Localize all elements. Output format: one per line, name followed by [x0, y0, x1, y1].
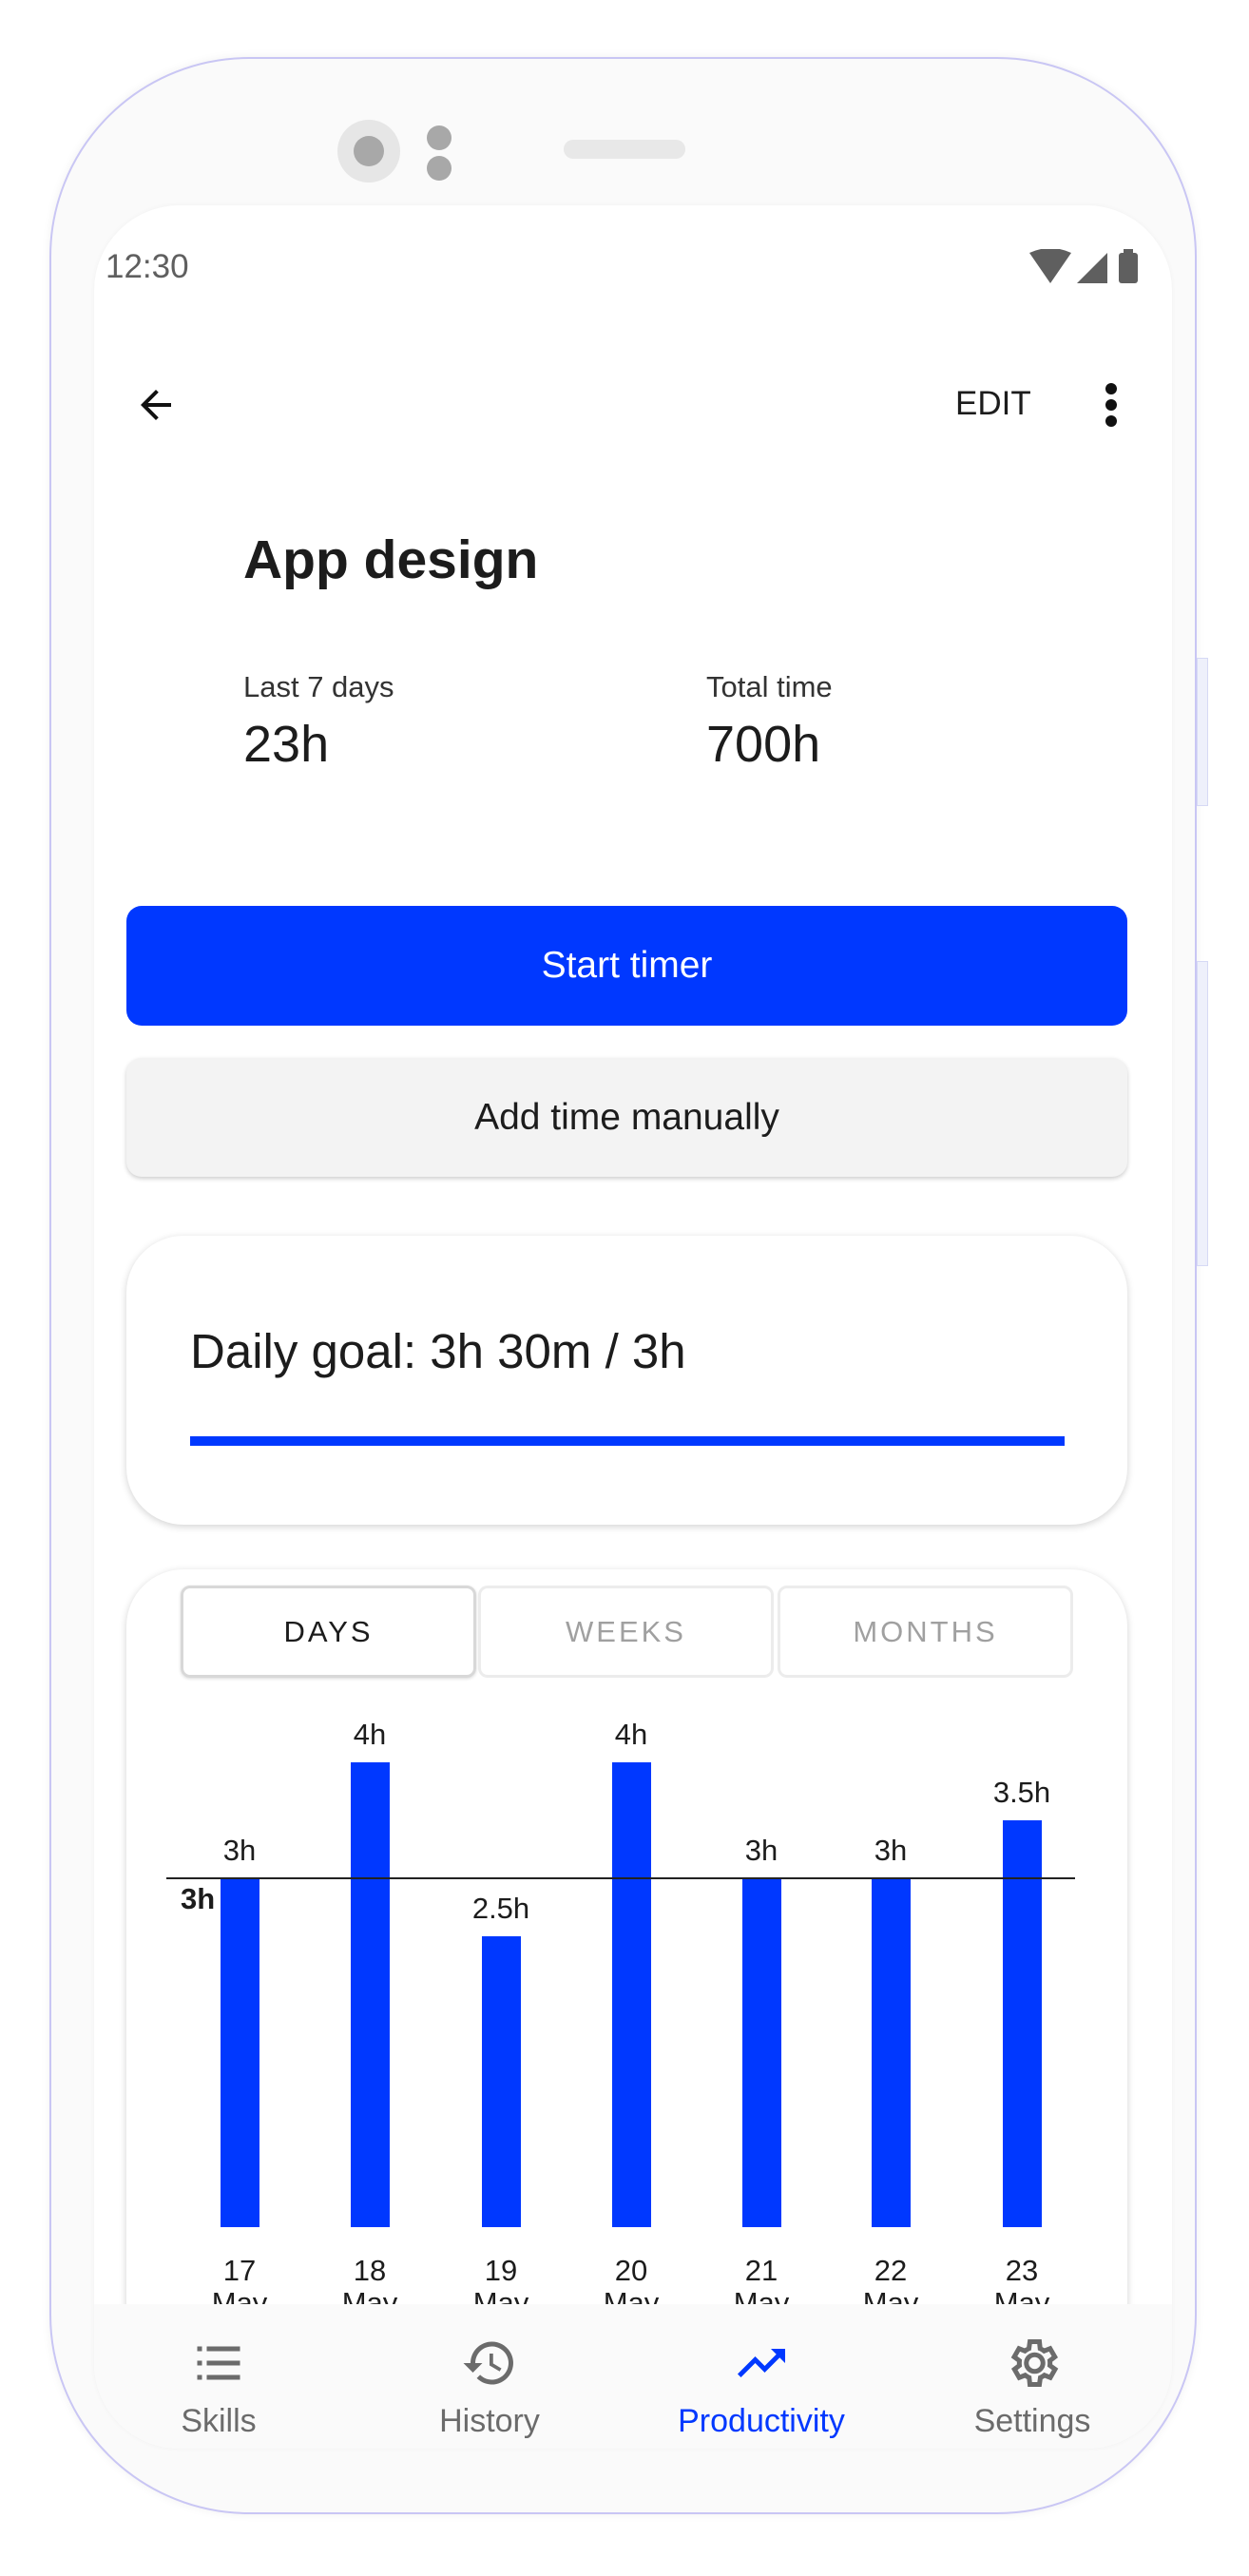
daily-goal-text: Daily goal: 3h 30m / 3h — [190, 1323, 686, 1379]
trending-up-icon — [733, 2335, 790, 2392]
edit-button[interactable]: EDIT — [955, 385, 1031, 423]
history-icon — [461, 2335, 518, 2392]
total-label: Total time — [706, 670, 833, 704]
goal-progress-fill — [190, 1436, 1065, 1446]
more-options-icon[interactable] — [1098, 381, 1124, 429]
speaker — [564, 140, 685, 159]
battery-icon — [1119, 253, 1138, 283]
total-value: 700h — [706, 715, 820, 774]
last7-label: Last 7 days — [243, 670, 394, 704]
nav-item-settings[interactable]: Settings — [913, 2304, 1151, 2449]
goal-progress-track — [190, 1436, 1065, 1446]
last7-value: 23h — [243, 715, 329, 774]
sensor — [427, 125, 452, 150]
camera — [337, 120, 400, 183]
power-button — [1197, 961, 1208, 1266]
nav-label: Settings — [974, 2403, 1091, 2440]
tab-weeks[interactable]: WEEKS — [478, 1586, 774, 1678]
daily-goal-card — [126, 1236, 1127, 1525]
back-arrow-icon[interactable] — [133, 382, 179, 428]
volume-button — [1197, 658, 1208, 806]
start-timer-button[interactable]: Start timer — [126, 906, 1127, 1026]
signal-icon — [1077, 253, 1107, 283]
page-title: App design — [243, 529, 538, 591]
nav-label: Productivity — [678, 2403, 845, 2440]
nav-item-history[interactable]: History — [371, 2304, 608, 2449]
add-time-button[interactable]: Add time manually — [126, 1058, 1127, 1177]
gear-icon — [1004, 2335, 1061, 2392]
wifi-icon — [1029, 249, 1071, 283]
status-icons — [1029, 249, 1153, 285]
status-time: 12:30 — [106, 248, 189, 286]
nav-label: History — [439, 2403, 540, 2440]
chart-card — [126, 1569, 1127, 2425]
tab-months[interactable]: MONTHS — [778, 1586, 1073, 1678]
nav-item-skills[interactable]: Skills — [100, 2304, 337, 2449]
nav-label: Skills — [181, 2403, 256, 2440]
sensor — [427, 156, 452, 181]
tab-days[interactable]: DAYS — [181, 1586, 476, 1678]
nav-item-productivity[interactable]: Productivity — [643, 2304, 880, 2449]
list-icon — [190, 2335, 247, 2392]
